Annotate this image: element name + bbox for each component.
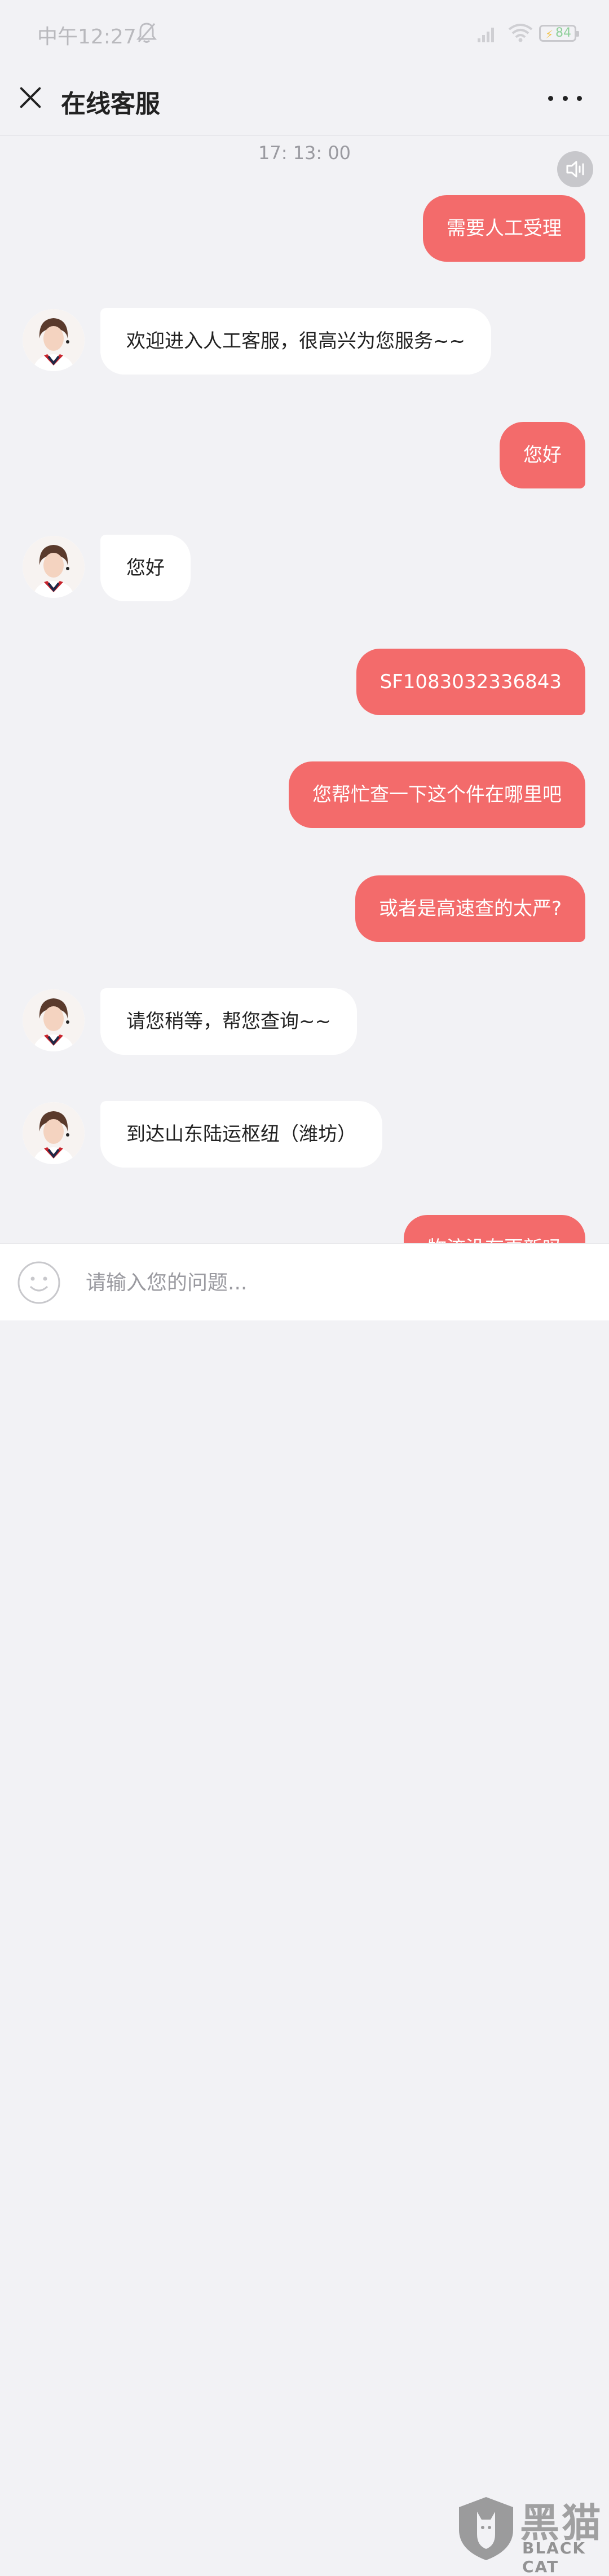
status-bar: 中午12:27 ⚡ 84: [0, 0, 609, 68]
outgoing-message-bubble[interactable]: 您帮忙查一下这个件在哪里吧: [289, 761, 585, 828]
battery-icon: ⚡ 84: [539, 25, 579, 42]
charging-bolt-icon: ⚡: [545, 28, 554, 41]
speaker-toggle-button[interactable]: [557, 151, 593, 187]
emoji-icon[interactable]: [17, 1261, 61, 1305]
incoming-message-bubble[interactable]: 请您稍等，帮您查询~~: [100, 988, 357, 1055]
agent-avatar[interactable]: [23, 536, 85, 598]
outgoing-message-bubble[interactable]: SF1083032336843: [356, 649, 585, 715]
black-cat-logo-icon: [459, 2497, 513, 2560]
signal-icon: [478, 28, 494, 42]
status-time: 中午12:27: [37, 25, 136, 49]
battery-level: 84: [555, 26, 571, 40]
outgoing-message-bubble[interactable]: 或者是高速查的太严?: [355, 875, 585, 942]
more-options-icon[interactable]: [548, 93, 582, 104]
incoming-message-bubble[interactable]: 欢迎进入人工客服，很高兴为您服务~~: [100, 308, 491, 375]
message-timestamp: 17: 13: 00: [258, 142, 351, 164]
agent-avatar[interactable]: [23, 309, 85, 371]
agent-avatar[interactable]: [23, 989, 85, 1051]
close-icon[interactable]: [16, 82, 46, 113]
incoming-message-bubble[interactable]: 您好: [100, 535, 191, 601]
message-input[interactable]: [85, 1269, 403, 1297]
page-title: 在线客服: [61, 90, 160, 118]
watermark-english: BLACK CAT: [522, 2539, 586, 2576]
outgoing-message-bubble[interactable]: 您好: [500, 422, 585, 488]
agent-avatar[interactable]: [23, 1102, 85, 1164]
mute-bell-icon: [136, 23, 157, 43]
outgoing-message-bubble[interactable]: 需要人工受理: [423, 195, 585, 262]
speaker-icon: [566, 161, 584, 178]
incoming-message-bubble[interactable]: 到达山东陆运枢纽（潍坊）: [100, 1101, 382, 1168]
message-input-bar: 黑猫 BLACK CAT: [0, 1243, 609, 2576]
wifi-icon: [508, 24, 533, 42]
top-app-bar: 在线客服: [0, 68, 609, 136]
